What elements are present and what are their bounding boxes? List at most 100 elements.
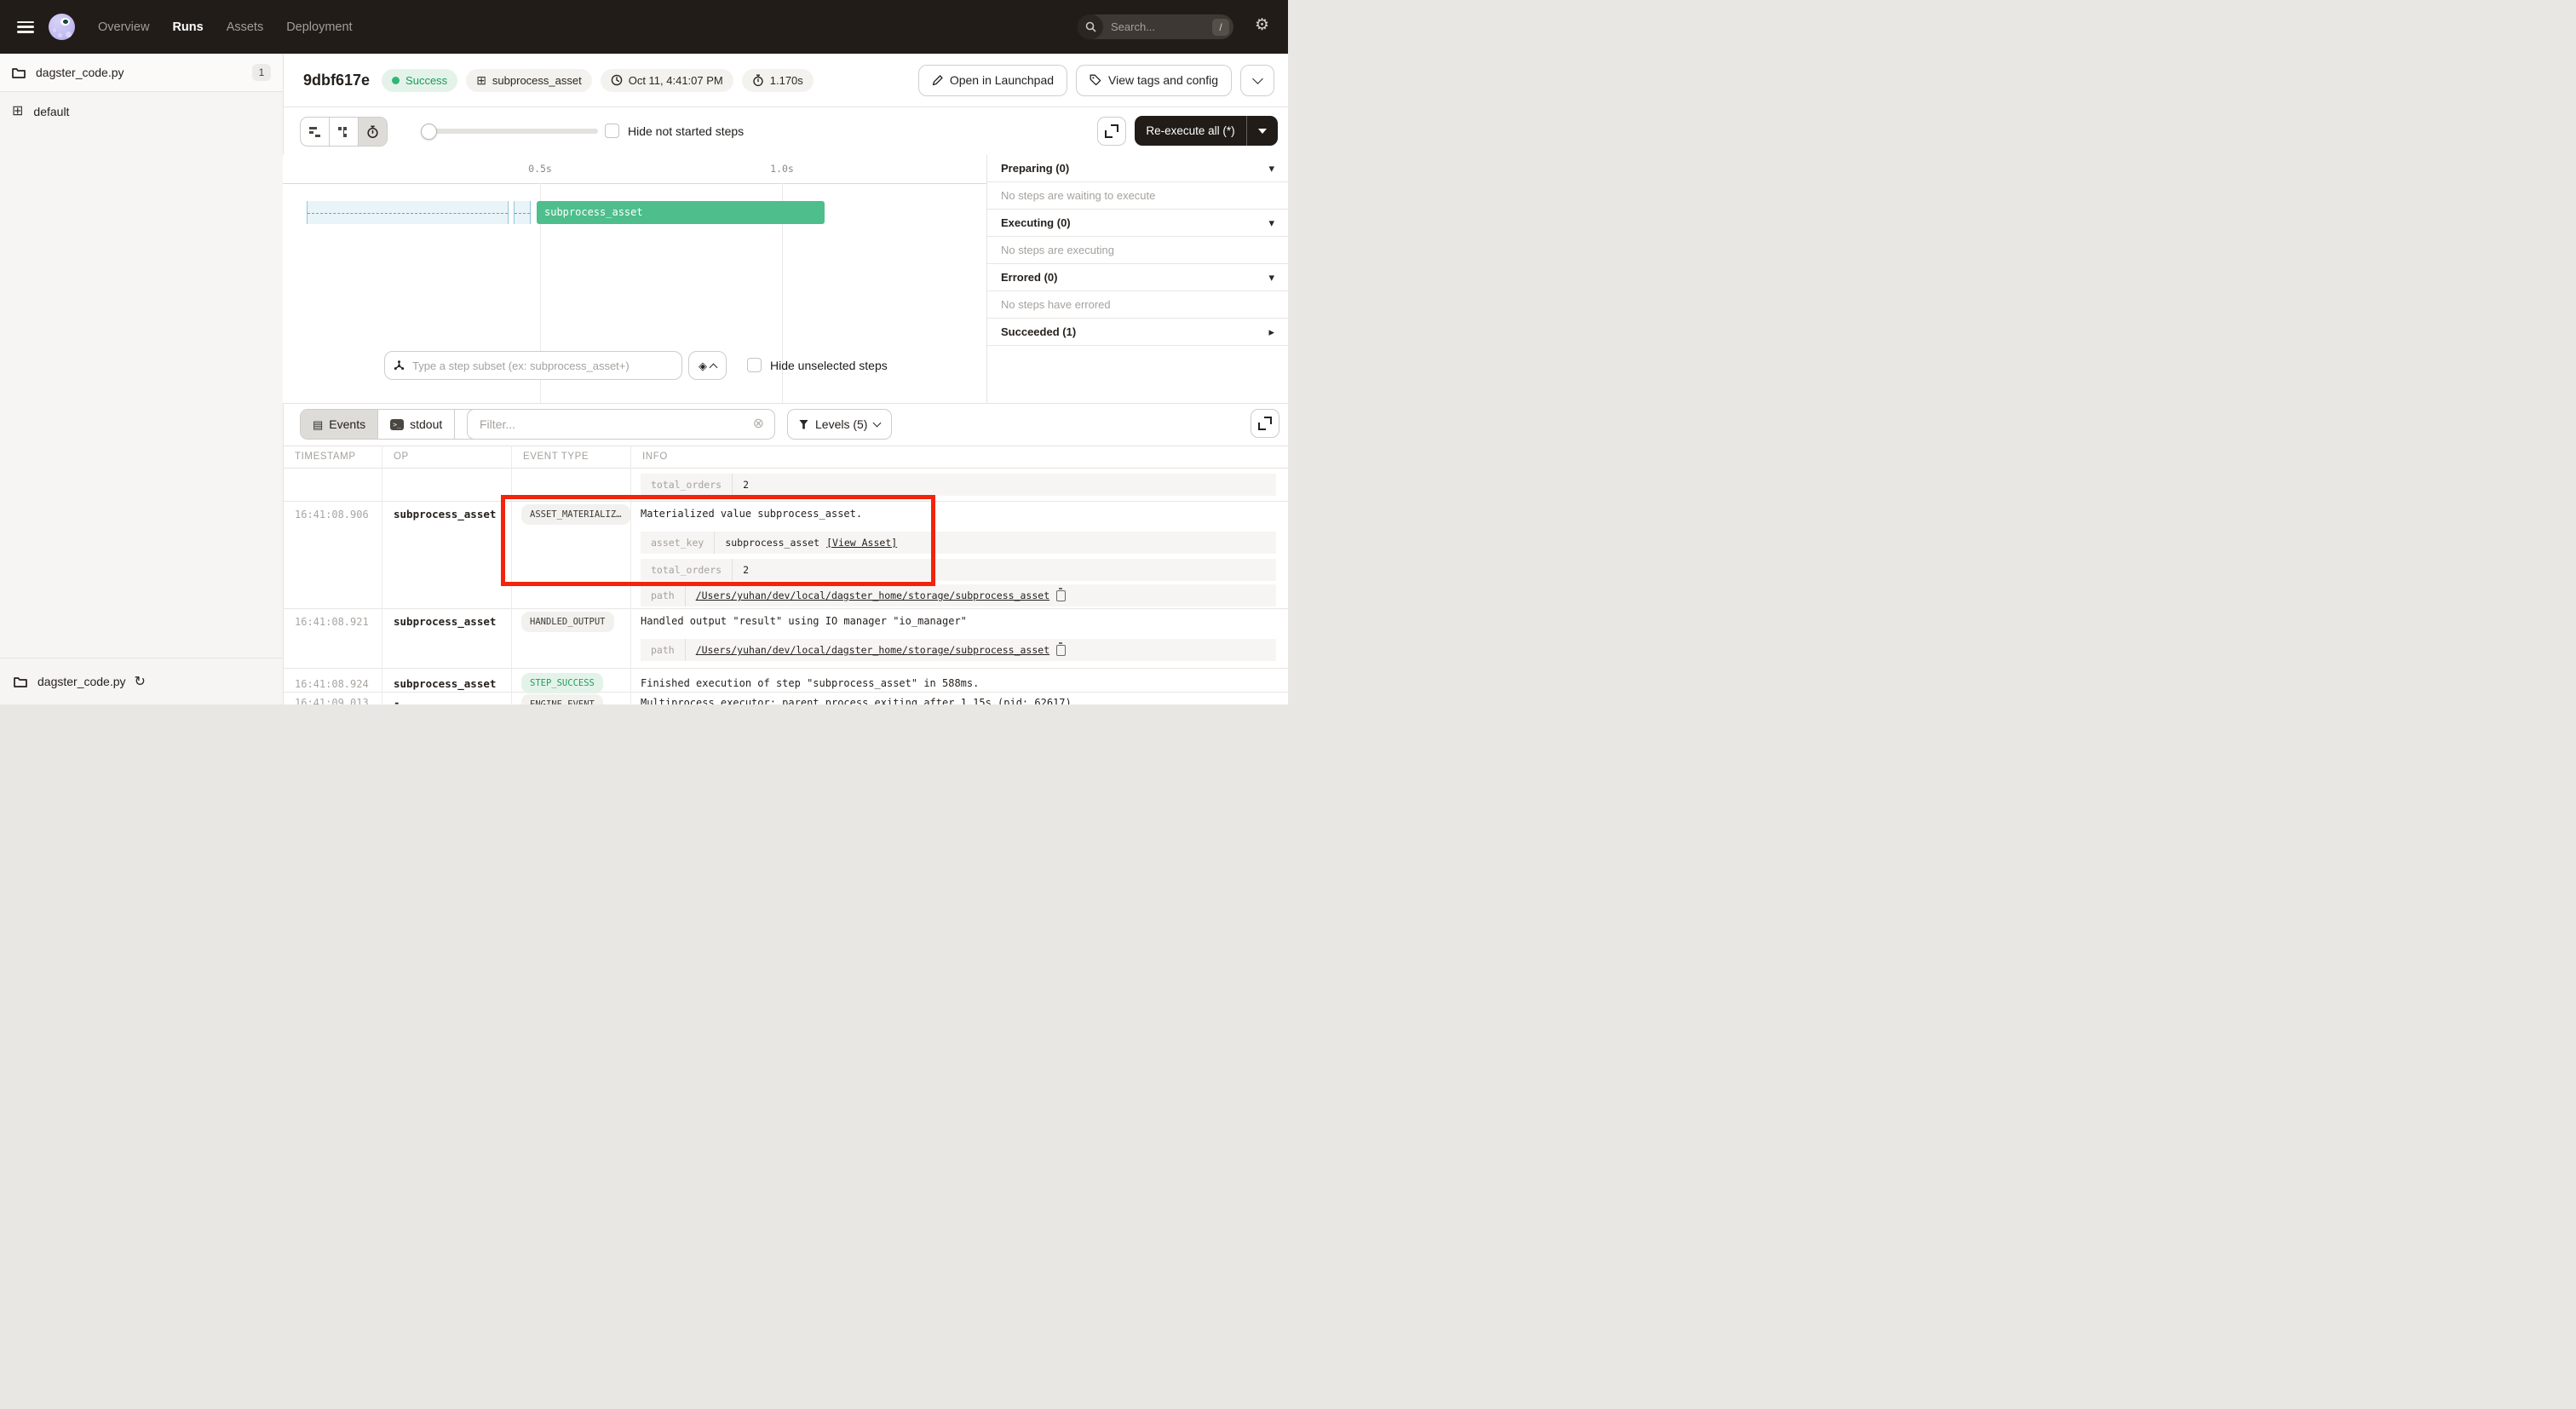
axis-tick-0-5s: 0.5s <box>528 163 552 175</box>
search-shortcut-badge: / <box>1212 19 1229 36</box>
event-timestamp: 16:41:08.906 <box>295 509 369 520</box>
status-section-executing[interactable]: Executing (0) <box>987 210 1288 237</box>
refresh-icon[interactable]: ↻ <box>135 673 146 690</box>
event-op[interactable]: subprocess_asset <box>394 615 496 628</box>
nav-link-deployment[interactable]: Deployment <box>286 20 352 34</box>
step-subset-input[interactable] <box>384 351 682 380</box>
nav-link-assets[interactable]: Assets <box>227 20 264 34</box>
view-tags-config-button[interactable]: View tags and config <box>1076 65 1232 96</box>
open-in-launchpad-button[interactable]: Open in Launchpad <box>918 65 1067 96</box>
event-message: Handled output "result" using IO manager… <box>641 615 967 627</box>
reexecute-all-button[interactable]: Re-execute all (*) <box>1135 116 1278 146</box>
folder-icon <box>12 67 26 78</box>
status-body-executing: No steps are executing <box>987 237 1288 264</box>
copy-icon[interactable] <box>1056 590 1066 601</box>
event-type-pill-success: STEP_SUCCESS <box>521 673 603 693</box>
header-actions: Open in Launchpad View tags and config <box>918 65 1274 96</box>
layers-icon: ◈ <box>699 360 707 371</box>
gear-icon[interactable]: ⚙ <box>1255 17 1269 33</box>
search-input[interactable]: Search... / <box>1078 14 1233 39</box>
sidebar-workspace-label: dagster_code.py <box>36 66 124 79</box>
event-timestamp: 16:41:08.921 <box>295 616 369 628</box>
asset-grid-icon: ⊞ <box>476 74 486 86</box>
reexecute-dropdown-button[interactable] <box>1246 116 1278 146</box>
logs-fullscreen-button[interactable] <box>1251 409 1279 438</box>
sidebar-item-workspace[interactable]: dagster_code.py 1 <box>0 54 283 92</box>
workspace-count-badge: 1 <box>252 64 271 81</box>
events-table-icon: ▤ <box>313 419 323 430</box>
search-icon <box>1078 14 1103 39</box>
gantt-bar-subprocess-asset[interactable]: subprocess_asset <box>537 201 825 224</box>
hide-not-started-checkbox[interactable] <box>605 124 619 138</box>
sidebar-item-default-job[interactable]: ⊞ default <box>0 92 283 130</box>
graph-options-button[interactable]: ◈ <box>688 351 727 380</box>
expand-icon <box>1105 124 1118 138</box>
status-body-errored: No steps have errored <box>987 291 1288 319</box>
view-asset-link[interactable]: [View Asset] <box>826 537 897 549</box>
hide-unselected-row: Hide unselected steps <box>747 358 888 372</box>
event-type-pill: ASSET_MATERIALIZAT… <box>521 504 630 525</box>
log-filter-input[interactable]: ⊗ <box>467 409 775 440</box>
status-section-succeeded[interactable]: Succeeded (1) <box>987 319 1288 346</box>
hide-unselected-label: Hide unselected steps <box>770 359 888 372</box>
waiting-segment <box>514 201 531 224</box>
gantt-fullscreen-button[interactable] <box>1097 117 1126 146</box>
event-timestamp: 16:41:08.924 <box>295 678 369 690</box>
metadata-table: total_orders 2 <box>641 474 1276 496</box>
chevron-up-icon <box>710 363 718 371</box>
tab-stdout[interactable]: >_ stdout <box>378 410 455 439</box>
clear-filter-icon[interactable]: ⊗ <box>753 417 764 431</box>
tag-icon <box>1090 74 1101 86</box>
caret-right-icon <box>1268 325 1274 340</box>
status-section-errored[interactable]: Errored (0) <box>987 264 1288 291</box>
event-message: Materialized value subprocess_asset. <box>641 508 862 520</box>
zoom-slider-knob[interactable] <box>421 124 437 140</box>
hamburger-menu-icon[interactable] <box>17 21 34 33</box>
log-filter-text-input[interactable] <box>478 417 753 432</box>
waterfall-icon <box>338 126 350 138</box>
metadata-table: asset_key subprocess_asset[View Asset] <box>641 532 1276 554</box>
axis-tick-1-0s: 1.0s <box>770 163 794 175</box>
waiting-segment <box>307 201 509 224</box>
timed-view-button[interactable] <box>359 118 387 146</box>
metadata-table: path /Users/yuhan/dev/local/dagster_home… <box>641 639 1276 661</box>
caret-down-icon <box>1258 129 1267 134</box>
gantt-view-segmented-control <box>300 117 388 147</box>
job-grid-icon: ⊞ <box>12 105 23 118</box>
waterfall-view-button[interactable] <box>330 118 359 146</box>
folder-icon <box>14 676 27 687</box>
nav-link-runs[interactable]: Runs <box>172 20 203 34</box>
metadata-table: path /Users/yuhan/dev/local/dagster_home… <box>641 584 1276 607</box>
path-link[interactable]: /Users/yuhan/dev/local/dagster_home/stor… <box>696 589 1049 601</box>
event-message: Multiprocess executor: parent process ex… <box>641 697 1072 704</box>
flat-view-button[interactable] <box>301 118 330 146</box>
event-op[interactable]: subprocess_asset <box>394 677 496 690</box>
header-more-dropdown-button[interactable] <box>1240 65 1274 96</box>
sidebar-footer: dagster_code.py ↻ <box>0 658 283 704</box>
column-header-event-type: EVENT TYPE <box>523 451 589 462</box>
dagster-logo[interactable] <box>49 14 75 40</box>
nav-link-overview[interactable]: Overview <box>98 20 149 34</box>
run-id: 9dbf617e <box>303 72 370 89</box>
hide-unselected-checkbox[interactable] <box>747 358 762 372</box>
sidebar: dagster_code.py 1 ⊞ default dagster_code… <box>0 54 284 704</box>
status-badge: Success <box>382 69 457 92</box>
tab-events[interactable]: ▤ Events <box>301 410 378 439</box>
copy-icon[interactable] <box>1056 645 1066 656</box>
clock-icon <box>611 74 623 86</box>
column-header-timestamp: TIMESTAMP <box>295 451 356 462</box>
duration-pill: 1.170s <box>742 69 814 92</box>
pencil-icon <box>932 75 943 86</box>
path-link[interactable]: /Users/yuhan/dev/local/dagster_home/stor… <box>696 644 1049 656</box>
gantt-toolbar: Hide not started steps Re-execute all (*… <box>283 107 1288 156</box>
zoom-slider[interactable] <box>423 129 598 134</box>
chevron-down-icon <box>1252 73 1263 84</box>
filter-funnel-icon <box>799 420 808 429</box>
status-section-preparing[interactable]: Preparing (0) <box>987 155 1288 182</box>
levels-dropdown-button[interactable]: Levels (5) <box>787 409 892 440</box>
asset-pill[interactable]: ⊞ subprocess_asset <box>466 69 592 92</box>
terminal-icon: >_ <box>390 419 404 430</box>
step-subset-text-input[interactable] <box>411 359 673 373</box>
caret-down-icon <box>1268 216 1274 231</box>
event-op[interactable]: subprocess_asset <box>394 508 496 520</box>
